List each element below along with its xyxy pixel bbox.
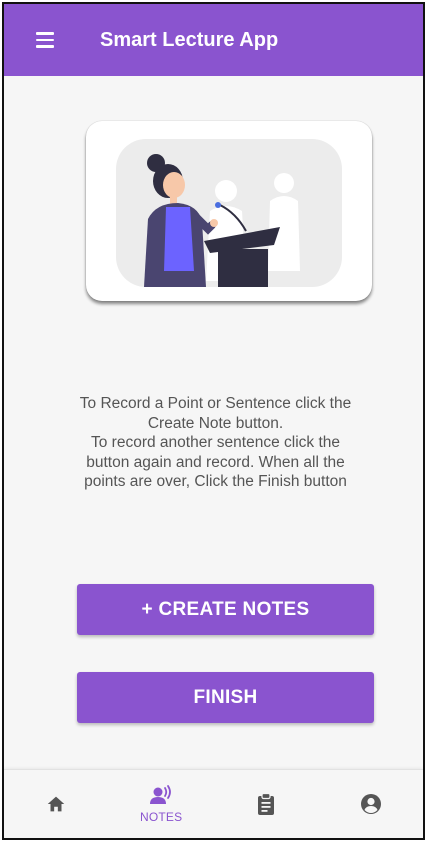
nav-item-home[interactable]: [4, 770, 109, 838]
instruction-line: To Record a Point or Sentence click the: [79, 395, 352, 412]
nav-item-notes[interactable]: NOTES: [109, 770, 214, 838]
instruction-line: To record another sentence click the: [91, 434, 340, 451]
clipboard-icon: [257, 792, 274, 815]
bottom-navigation: NOTES: [4, 769, 423, 838]
nav-item-account[interactable]: [318, 770, 423, 838]
instruction-line: button again and record. When all the: [86, 453, 345, 471]
nav-item-clipboard[interactable]: [214, 770, 319, 838]
lecture-illustration-card: [86, 121, 372, 301]
app-bar: Smart Lecture App: [4, 4, 423, 76]
instructions-text: To Record a Point or Sentence click the …: [24, 394, 407, 492]
home-icon: [48, 796, 65, 812]
account-circle-icon: [360, 794, 381, 814]
instruction-line: points are over, Click the Finish button: [84, 473, 347, 490]
lecturer-illustration: [116, 139, 342, 287]
create-notes-button[interactable]: + CREATE NOTES: [77, 584, 374, 635]
app-screen: Smart Lecture App To Record a Point or S…: [2, 2, 425, 840]
finish-button[interactable]: FINISH: [77, 672, 374, 723]
menu-icon[interactable]: [36, 26, 64, 54]
instruction-line: Create Note button.: [147, 414, 284, 432]
record-voice-icon: [150, 785, 172, 804]
app-title: Smart Lecture App: [100, 28, 279, 51]
nav-label-notes: NOTES: [139, 810, 183, 824]
